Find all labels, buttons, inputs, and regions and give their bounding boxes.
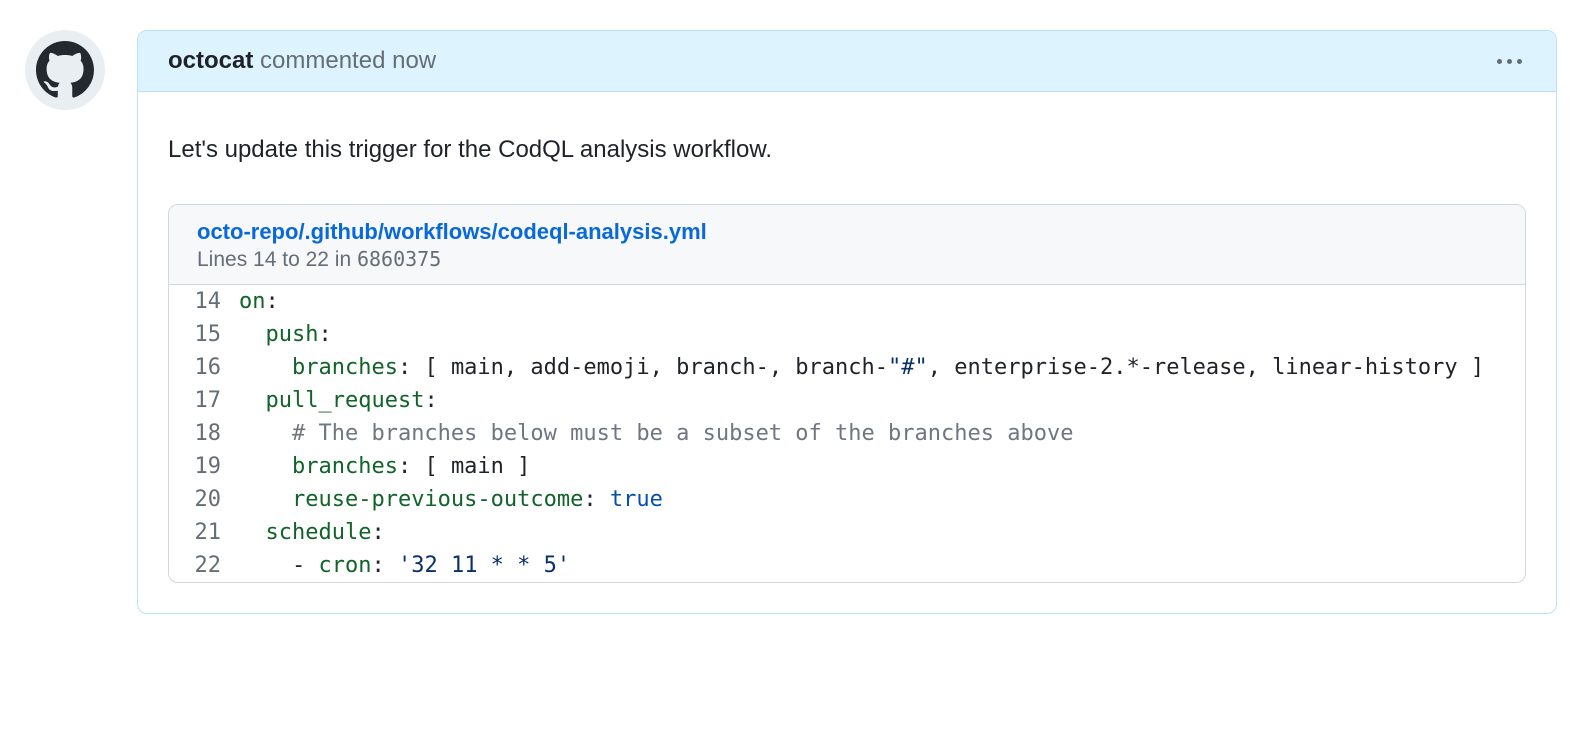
comment-container: octocat commented now Let's update this … <box>137 30 1557 614</box>
line-code: pull_request: <box>239 384 1525 417</box>
comment-body: Let's update this trigger for the CodQL … <box>138 92 1556 613</box>
code-scroll[interactable]: 14on:15 push:16 branches: [ main, add-em… <box>169 285 1525 582</box>
code-line: 21 schedule: <box>169 516 1525 549</box>
line-code: branches: [ main ] <box>239 450 1525 483</box>
line-code: reuse-previous-outcome: true <box>239 483 1525 516</box>
code-table: 14on:15 push:16 branches: [ main, add-em… <box>169 285 1525 582</box>
avatar[interactable] <box>25 30 105 110</box>
lines-mid: to <box>276 248 305 271</box>
code-line: 16 branches: [ main, add-emoji, branch-,… <box>169 351 1525 384</box>
line-code: schedule: <box>239 516 1525 549</box>
line-code: # The branches below must be a subset of… <box>239 417 1525 450</box>
lines-info: Lines 14 to 22 in 6860375 <box>197 247 1497 272</box>
code-line: 17 pull_request: <box>169 384 1525 417</box>
kebab-menu-icon[interactable] <box>1493 55 1526 68</box>
code-snippet: octo-repo/.github/workflows/codeql-analy… <box>168 204 1526 583</box>
line-code: branches: [ main, add-emoji, branch-, br… <box>239 351 1525 384</box>
code-line: 22 - cron: '32 11 * * 5' <box>169 549 1525 582</box>
code-line: 19 branches: [ main ] <box>169 450 1525 483</box>
line-code: push: <box>239 318 1525 351</box>
line-code: - cron: '32 11 * * 5' <box>239 549 1525 582</box>
comment-action: commented <box>260 47 385 74</box>
code-line: 20 reuse-previous-outcome: true <box>169 483 1525 516</box>
commit-sha[interactable]: 6860375 <box>357 247 441 271</box>
code-line: 18 # The branches below must be a subset… <box>169 417 1525 450</box>
line-from: 14 <box>253 248 276 271</box>
octocat-icon <box>36 41 94 99</box>
line-number[interactable]: 18 <box>169 417 239 450</box>
line-number[interactable]: 22 <box>169 549 239 582</box>
comment-header: octocat commented now <box>138 31 1556 92</box>
comment-text: Let's update this trigger for the CodQL … <box>168 136 1526 164</box>
line-number[interactable]: 15 <box>169 318 239 351</box>
line-number[interactable]: 21 <box>169 516 239 549</box>
line-code: on: <box>239 285 1525 318</box>
author-link[interactable]: octocat <box>168 47 253 74</box>
file-path-link[interactable]: octo-repo/.github/workflows/codeql-analy… <box>197 219 707 245</box>
lines-prefix: Lines <box>197 248 253 271</box>
line-number[interactable]: 17 <box>169 384 239 417</box>
snippet-header: octo-repo/.github/workflows/codeql-analy… <box>169 205 1525 285</box>
comment-time[interactable]: now <box>392 47 436 74</box>
line-number[interactable]: 20 <box>169 483 239 516</box>
line-number[interactable]: 16 <box>169 351 239 384</box>
line-number[interactable]: 19 <box>169 450 239 483</box>
line-to: 22 <box>306 248 329 271</box>
lines-in: in <box>329 248 357 271</box>
comment-header-text: octocat commented now <box>168 47 436 75</box>
line-number[interactable]: 14 <box>169 285 239 318</box>
code-line: 15 push: <box>169 318 1525 351</box>
code-line: 14on: <box>169 285 1525 318</box>
